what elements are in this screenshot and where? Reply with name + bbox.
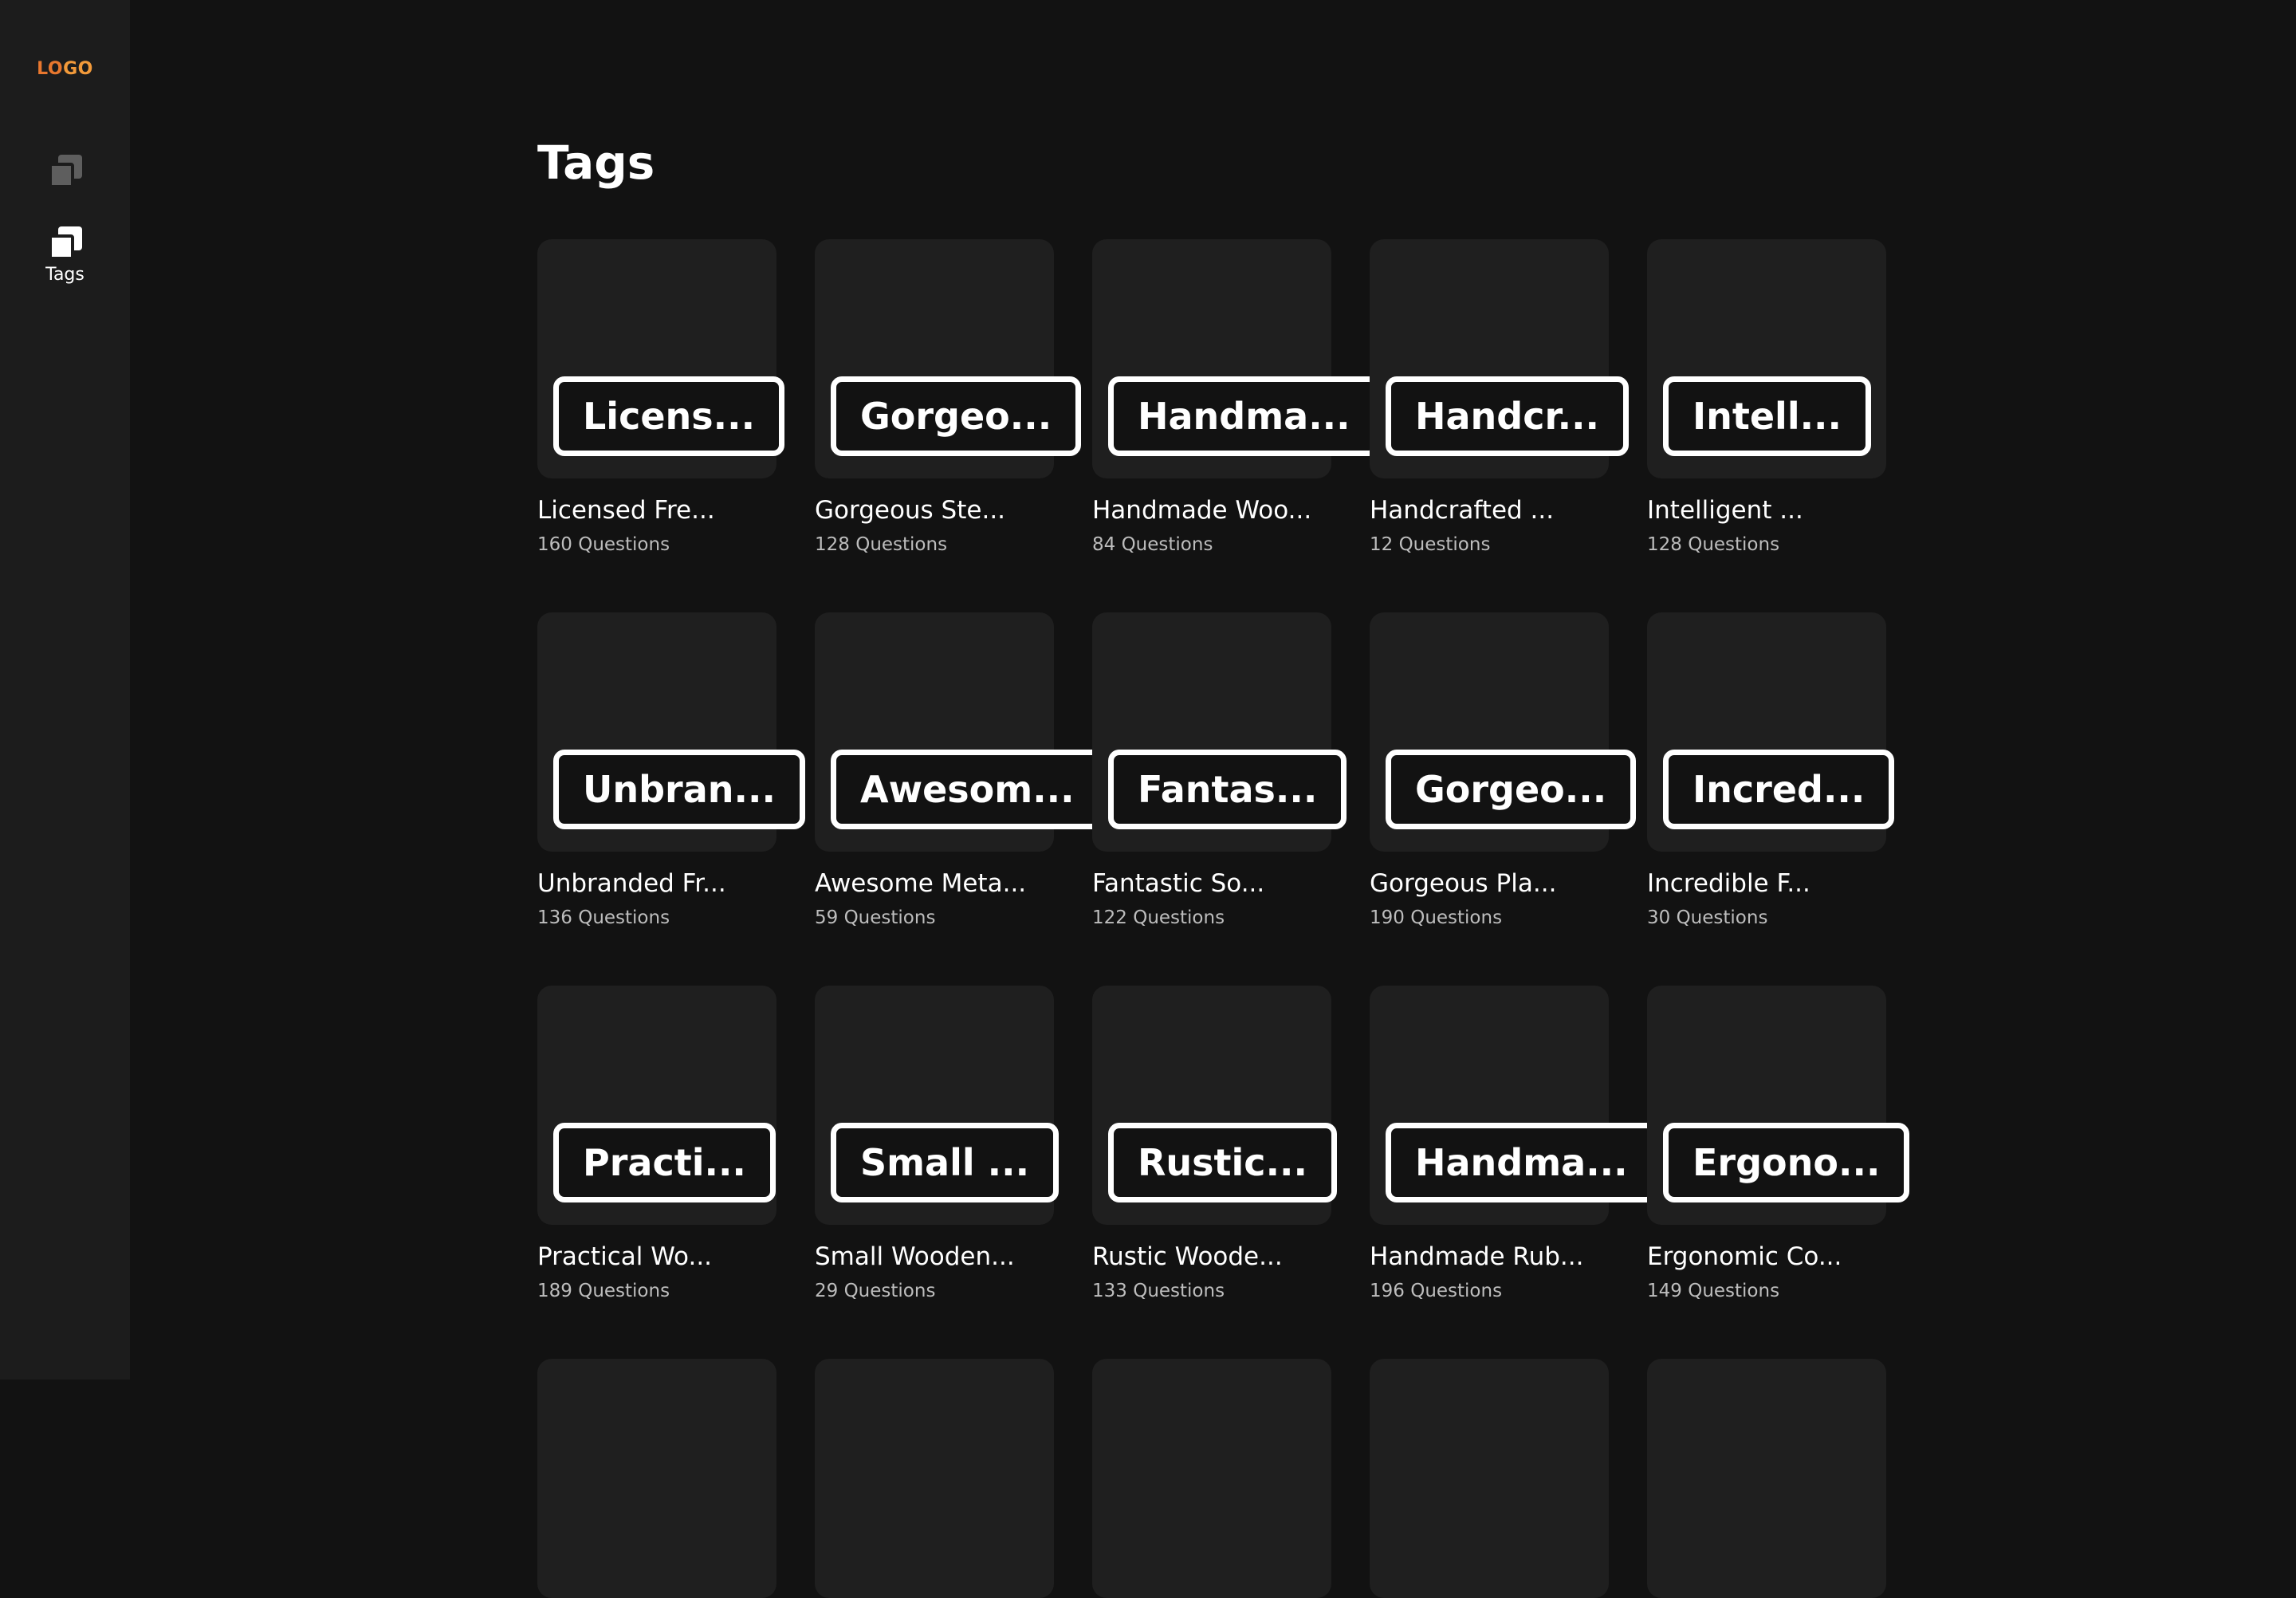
page-title: Tags — [537, 136, 655, 190]
tag-chip: Incred... — [1663, 750, 1895, 829]
tag-name: Unbranded Fr... — [537, 869, 726, 898]
tag-question-count: 128 Questions — [1647, 534, 1780, 555]
tag-chip: Practi... — [553, 1123, 776, 1202]
tag-name: Gorgeous Ste... — [815, 496, 1006, 525]
tag-name: Awesome Meta... — [815, 869, 1027, 898]
tag-name: Rustic Woode... — [1092, 1242, 1283, 1271]
tag-chip: Handcr... — [1386, 376, 1630, 456]
tag-chip: Small ... — [831, 1123, 1060, 1202]
sidebar-item-label: Tags — [45, 265, 85, 285]
tag-chip: Gorgeo... — [1386, 750, 1637, 829]
sidebar-item-tags[interactable]: Tags — [0, 226, 130, 285]
tag-name: Fantastic So... — [1092, 869, 1265, 898]
sidebar: LOGO Tags — [0, 0, 130, 1380]
tag-name: Intelligent ... — [1647, 496, 1803, 525]
tag-thumbnail: Handcr... — [1370, 239, 1630, 478]
tag-thumbnail: Licens... — [537, 239, 785, 478]
tag-name: Incredible F... — [1647, 869, 1810, 898]
tag-question-count: 84 Questions — [1092, 534, 1213, 555]
tag-name: Licensed Fre... — [537, 496, 715, 525]
tag-name: Ergonomic Co... — [1647, 1242, 1842, 1271]
tag-thumbnail: Fantas... — [1092, 612, 1347, 852]
tag-thumbnail: Unbran... — [537, 612, 805, 852]
tag-chip: Ergono... — [1663, 1123, 1910, 1202]
tag-chip: Fantas... — [1108, 750, 1347, 829]
tag-chip: Awesom... — [831, 750, 1104, 829]
tag-question-count: 128 Questions — [815, 534, 948, 555]
tag-thumbnail: Practi... — [537, 986, 776, 1225]
tag-thumbnail: Incred... — [1647, 612, 1895, 852]
stack-icon — [48, 155, 82, 188]
tag-thumbnail — [1647, 1359, 1886, 1598]
tag-thumbnail: Small ... — [815, 986, 1060, 1225]
tag-thumbnail — [1370, 1359, 1609, 1598]
sidebar-item-home[interactable] — [0, 155, 130, 188]
tag-thumbnail: Gorgeo... — [815, 239, 1082, 478]
tag-thumbnail: Gorgeo... — [1370, 612, 1637, 852]
logo[interactable]: LOGO — [0, 59, 130, 79]
tag-chip: Licens... — [553, 376, 785, 456]
tag-question-count: 122 Questions — [1092, 907, 1225, 928]
tag-question-count: 160 Questions — [537, 534, 670, 555]
tag-question-count: 59 Questions — [815, 907, 936, 928]
tag-chip: Handma... — [1108, 376, 1380, 456]
tag-question-count: 12 Questions — [1370, 534, 1491, 555]
logo-text-1: LO — [37, 59, 64, 79]
tag-chip: Handma... — [1386, 1123, 1657, 1202]
tag-question-count: 29 Questions — [815, 1281, 936, 1301]
tag-question-count: 196 Questions — [1370, 1281, 1503, 1301]
tag-question-count: 149 Questions — [1647, 1281, 1780, 1301]
tag-thumbnail — [1092, 1359, 1331, 1598]
tag-name: Small Wooden... — [815, 1242, 1015, 1271]
tag-chip: Intell... — [1663, 376, 1872, 456]
tag-thumbnail: Ergono... — [1647, 986, 1910, 1225]
tag-chip: Unbran... — [553, 750, 805, 829]
tag-question-count: 136 Questions — [537, 907, 670, 928]
tag-name: Practical Wo... — [537, 1242, 713, 1271]
tag-name: Handmade Woo... — [1092, 496, 1312, 525]
tag-name: Handcrafted ... — [1370, 496, 1555, 525]
tag-name: Gorgeous Pla... — [1370, 869, 1557, 898]
tag-question-count: 133 Questions — [1092, 1281, 1225, 1301]
stack-icon — [48, 226, 82, 260]
tag-thumbnail: Intell... — [1647, 239, 1886, 478]
logo-text-2: GO — [63, 59, 93, 79]
tag-thumbnail: Handma... — [1092, 239, 1380, 478]
tag-chip: Gorgeo... — [831, 376, 1082, 456]
tag-thumbnail — [537, 1359, 776, 1598]
tag-thumbnail: Awesom... — [815, 612, 1104, 852]
tag-thumbnail: Handma... — [1370, 986, 1657, 1225]
tag-question-count: 30 Questions — [1647, 907, 1768, 928]
tag-chip: Rustic... — [1108, 1123, 1337, 1202]
tag-thumbnail — [815, 1359, 1054, 1598]
tag-thumbnail: Rustic... — [1092, 986, 1337, 1225]
tag-question-count: 190 Questions — [1370, 907, 1503, 928]
tag-question-count: 189 Questions — [537, 1281, 670, 1301]
tag-name: Handmade Rub... — [1370, 1242, 1584, 1271]
